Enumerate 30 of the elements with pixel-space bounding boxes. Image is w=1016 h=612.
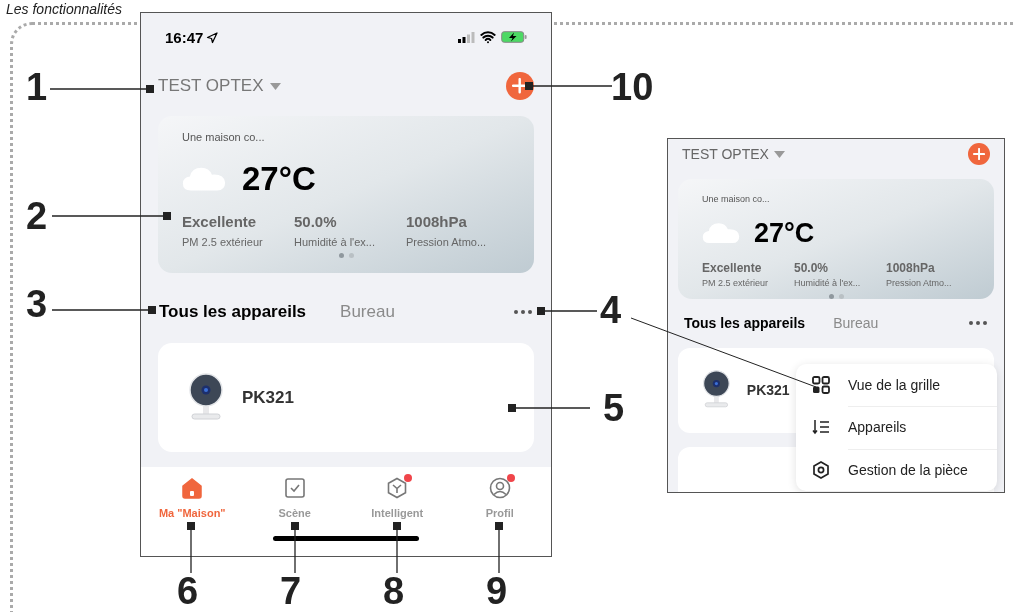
callout-number: 5 (603, 389, 625, 427)
callout-number: 2 (26, 197, 48, 235)
stat-value: Excellente (702, 260, 763, 277)
callout-number: 1 (26, 68, 48, 106)
callout-number: 8 (383, 572, 405, 610)
callout-number: 3 (26, 285, 48, 323)
callout-number: 4 (600, 291, 622, 329)
stat-value: 1008hPa (886, 260, 936, 277)
location-label: Une maison co... (182, 130, 266, 145)
callout-number: 10 (611, 68, 654, 106)
temperature-value: 27°C (754, 216, 815, 250)
stat-label: Pression Atmo... (886, 277, 953, 290)
device-name: PK321 (746, 380, 790, 400)
callout-number: 7 (280, 572, 302, 610)
stat-value: Excellente (182, 212, 258, 232)
stat-value: 50.0% (794, 260, 830, 277)
device-name: PK321 (242, 386, 294, 409)
callout-number: 9 (486, 572, 508, 610)
stat-label: Humidité à l'ex... (294, 234, 376, 250)
temperature-value: 27°C (242, 158, 316, 199)
stat-value: 1008hPa (406, 212, 468, 232)
stat-label: PM 2.5 extérieur (182, 234, 264, 250)
location-label: Une maison co... (702, 193, 771, 206)
status-time: 16:47 (165, 28, 204, 48)
stat-label: Humidité à l'ex... (794, 277, 862, 290)
stat-value: 50.0% (294, 212, 338, 232)
stat-label: Pression Atmo... (406, 234, 488, 250)
stat-label: PM 2.5 extérieur (702, 277, 770, 290)
page-heading: Les fonctionnalités (6, 2, 122, 16)
callout-number: 6 (177, 572, 199, 610)
